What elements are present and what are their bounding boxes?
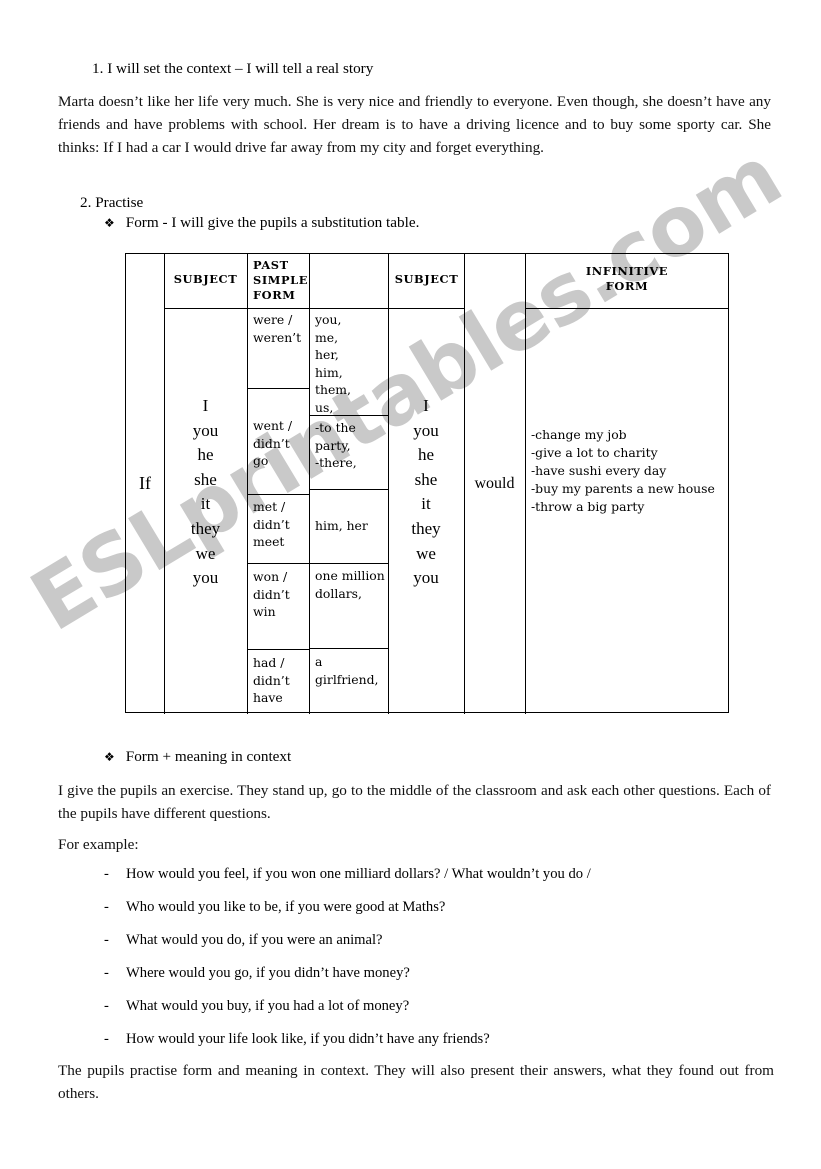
cell-past-form-5: had / didn’t have xyxy=(253,655,290,705)
question-text-3: What would you do, if you were an animal… xyxy=(126,932,383,948)
past-row-rule-1 xyxy=(247,388,309,389)
cell-past-form-4: won / didn’t win xyxy=(253,569,290,619)
question-item-3: - What would you do, if you were an anim… xyxy=(104,930,784,951)
past-row-rule-3 xyxy=(247,563,309,564)
question-text-2: Who would you like to be, if you were go… xyxy=(126,899,446,915)
table-header-past-simple-form: PAST SIMPLE FORM xyxy=(253,258,309,303)
table-header-rule-past xyxy=(247,308,388,309)
infinitive-header-line-2: FORM xyxy=(605,279,649,293)
object-row-rule-2 xyxy=(309,489,388,490)
question-text-1: How would you feel, if you won one milli… xyxy=(126,866,591,882)
question-dash-4: - xyxy=(104,965,109,981)
question-dash-5: - xyxy=(104,998,109,1014)
table-header-subject-2: SUBJECT xyxy=(394,272,459,286)
table-header-rule-infinitive xyxy=(525,308,728,309)
past-row-rule-2 xyxy=(247,494,309,495)
cell-infinitive-forms: -change my job -give a lot to charity -h… xyxy=(531,427,715,514)
object-row-rule-3 xyxy=(309,563,388,564)
cell-would: would xyxy=(474,475,515,492)
table-vline-2 xyxy=(247,254,248,714)
past-header-line-1: PAST xyxy=(253,258,289,272)
question-item-5: - What would you buy, if you had a lot o… xyxy=(104,996,784,1017)
diamond-bullet-icon: ❖ xyxy=(104,216,115,230)
past-header-line-2: SIMPLE xyxy=(253,273,309,287)
question-item-1: - How would you feel, if you won one mil… xyxy=(104,864,784,885)
table-header-rule-subject2 xyxy=(388,308,464,309)
question-text-5: What would you buy, if you had a lot of … xyxy=(126,998,410,1014)
bullet-form-meaning-label: Form + meaning in context xyxy=(125,748,292,765)
table-header-subject: SUBJECT xyxy=(173,272,238,286)
bullet-form-meaning: ❖ Form + meaning in context xyxy=(104,745,664,769)
practice-intro-paragraph: I give the pupils an exercise. They stan… xyxy=(58,782,771,822)
table-vline-3 xyxy=(309,254,310,714)
cell-object-4: one million dollars, xyxy=(315,568,385,601)
cell-past-form-1: were / weren’t xyxy=(253,312,302,345)
cell-past-form-3: met / didn’t meet xyxy=(253,499,290,549)
question-text-6: How would your life look like, if you di… xyxy=(126,1031,490,1047)
cell-if: If xyxy=(139,473,151,493)
cell-past-form-2: went / didn’t go xyxy=(253,418,293,468)
table-header-rule-subject xyxy=(164,308,247,309)
cell-subject-pronouns-2: I you he she it they we you xyxy=(411,396,441,588)
object-row-rule-4 xyxy=(309,648,388,649)
question-dash-6: - xyxy=(104,1031,109,1047)
question-dash-1: - xyxy=(104,866,109,882)
question-item-4: - Where would you go, if you didn’t have… xyxy=(104,963,784,984)
document-page: ESLprintables.com 1. I will set the cont… xyxy=(0,0,821,1169)
table-header-infinitive-form: INFINITIVE FORM xyxy=(527,264,727,294)
past-row-rule-4 xyxy=(247,649,309,650)
question-item-6: - How would your life look like, if you … xyxy=(104,1029,784,1050)
question-dash-2: - xyxy=(104,899,109,915)
substitution-table: SUBJECT PAST SIMPLE FORM SUBJECT INFINIT… xyxy=(125,253,729,714)
section-1-heading: 1. I will set the context – I will tell … xyxy=(92,60,374,77)
cell-object-5: a girlfriend, xyxy=(315,654,379,687)
story-paragraph: Marta doesn’t like her life very much. S… xyxy=(58,93,771,156)
cell-object-3: him, her xyxy=(315,518,368,533)
diamond-bullet-icon-2: ❖ xyxy=(104,750,115,764)
bullet-form-substitution: ❖ Form - I will give the pupils a substi… xyxy=(104,211,664,235)
question-dash-3: - xyxy=(104,932,109,948)
question-text-4: Where would you go, if you didn’t have m… xyxy=(126,965,410,981)
for-example-label: For example: xyxy=(58,836,139,853)
cell-object-1: you, me, her, him, them, us, xyxy=(315,312,351,415)
past-header-line-3: FORM xyxy=(253,288,296,302)
cell-subject-pronouns: I you he she it they we you xyxy=(190,396,221,588)
table-vline-6 xyxy=(525,254,526,714)
cell-object-2: -to the party, -there, xyxy=(315,420,357,470)
infinitive-header-line-1: INFINITIVE xyxy=(585,264,669,278)
bullet-form-substitution-label: Form - I will give the pupils a substitu… xyxy=(125,214,420,231)
closing-paragraph: The pupils practise form and meaning in … xyxy=(58,1062,774,1102)
question-item-2: - Who would you like to be, if you were … xyxy=(104,897,784,918)
